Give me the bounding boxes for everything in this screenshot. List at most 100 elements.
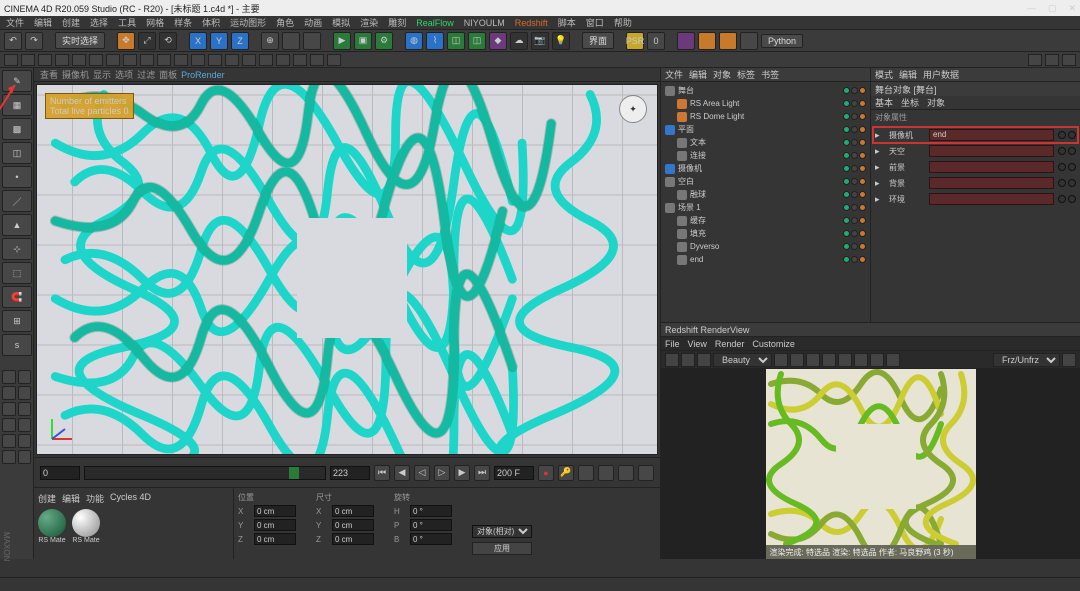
mini-icon[interactable] xyxy=(2,434,16,448)
rs-tool-icon[interactable] xyxy=(870,353,884,367)
makeeditable-icon[interactable]: ✎ xyxy=(2,70,32,92)
menu-render[interactable]: 渲染 xyxy=(360,16,378,29)
object-vis-dots[interactable] xyxy=(843,152,866,159)
rot-h-input[interactable] xyxy=(410,505,452,517)
layout-dropdown[interactable]: 界面 xyxy=(582,32,614,49)
rs-aov-select[interactable]: Beauty xyxy=(713,353,772,367)
apply-button[interactable]: 应用 xyxy=(472,542,532,555)
light-icon[interactable]: 💡 xyxy=(552,32,570,50)
rs-bucket-icon[interactable] xyxy=(806,353,820,367)
mini-icon[interactable] xyxy=(18,386,32,400)
expand-icon[interactable]: ▸ xyxy=(875,130,885,141)
menu-tools[interactable]: 工具 xyxy=(118,16,136,29)
obj-tab-bookmark[interactable]: 书签 xyxy=(761,68,779,81)
texture-mode-icon[interactable]: ▩ xyxy=(2,118,32,140)
object-row[interactable]: RS Area Light xyxy=(663,97,868,110)
minimize-icon[interactable]: — xyxy=(1027,3,1036,14)
attr-tab-mode[interactable]: 模式 xyxy=(875,68,893,81)
object-row[interactable]: RS Dome Light xyxy=(663,110,868,123)
axis-z-icon[interactable]: Z xyxy=(231,32,249,50)
workplane2-icon[interactable]: ⊞ xyxy=(2,310,32,332)
object-vis-dots[interactable] xyxy=(843,113,866,120)
sec-btn[interactable] xyxy=(1028,54,1042,66)
sec-btn[interactable] xyxy=(72,54,86,66)
timeline-playhead[interactable] xyxy=(289,467,299,479)
render-canvas[interactable]: 渲染完成: 特选品 渲染: 特选品 作者: 马良野鸡 (3 秒) xyxy=(661,369,1080,559)
menu-simulate[interactable]: 模拟 xyxy=(332,16,350,29)
attr-tab-user[interactable]: 用户数据 xyxy=(923,68,959,81)
rotate-tool-icon[interactable]: ⟲ xyxy=(159,32,177,50)
viewport-solo-icon[interactable]: ⬚ xyxy=(2,262,32,284)
goto-start-icon[interactable]: ⏮ xyxy=(374,465,390,481)
rot-p-input[interactable] xyxy=(410,519,452,531)
rs-menu-view[interactable]: View xyxy=(688,339,707,349)
sec-btn[interactable] xyxy=(157,54,171,66)
object-vis-dots[interactable] xyxy=(843,191,866,198)
rs-tool-icon[interactable] xyxy=(838,353,852,367)
menu-sculpt[interactable]: 雕刻 xyxy=(388,16,406,29)
menu-niyoulm[interactable]: NIYOULM xyxy=(464,18,505,28)
sec-btn[interactable] xyxy=(174,54,188,66)
sec-btn[interactable] xyxy=(327,54,341,66)
menu-animate[interactable]: 动画 xyxy=(304,16,322,29)
object-row[interactable]: 文本 xyxy=(663,136,868,149)
object-vis-dots[interactable] xyxy=(843,139,866,146)
vtab-filter[interactable]: 过滤 xyxy=(137,68,155,81)
sec-btn[interactable] xyxy=(1062,54,1076,66)
object-vis-dots[interactable] xyxy=(843,230,866,237)
menu-edit[interactable]: 编辑 xyxy=(34,16,52,29)
play-back-icon[interactable]: ◁ xyxy=(414,465,430,481)
attr-key-dots[interactable] xyxy=(1058,195,1076,203)
goto-end-icon[interactable]: ⏭ xyxy=(474,465,490,481)
sec-btn[interactable] xyxy=(1045,54,1059,66)
attr-key-dots[interactable] xyxy=(1058,163,1076,171)
menu-mograph[interactable]: 运动图形 xyxy=(230,16,266,29)
vtab-prorender[interactable]: ProRender xyxy=(181,70,225,80)
attr-subtab-coord[interactable]: 坐标 xyxy=(901,96,919,109)
render-pict-icon[interactable]: ▣ xyxy=(354,32,372,50)
rs-freeze-select[interactable]: Frz/Unfrz xyxy=(993,353,1060,367)
rs-tool-icon[interactable] xyxy=(1062,353,1076,367)
step-back-icon[interactable]: ◀ xyxy=(394,465,410,481)
axis-x-icon[interactable]: X xyxy=(189,32,207,50)
coord-sys-icon[interactable]: ⊕ xyxy=(261,32,279,50)
object-row[interactable]: 摄像机 xyxy=(663,162,868,175)
tool-a-icon[interactable] xyxy=(282,32,300,50)
frame-start-input[interactable] xyxy=(40,466,80,480)
record-icon[interactable]: ● xyxy=(538,465,554,481)
misc-icon[interactable]: s xyxy=(2,334,32,356)
psr-button[interactable]: PSR xyxy=(626,32,644,50)
generator2-icon[interactable]: ◫ xyxy=(468,32,486,50)
rs-snap-icon[interactable] xyxy=(790,353,804,367)
prim-spline-icon[interactable]: ⌇ xyxy=(426,32,444,50)
attr-subtab-obj[interactable]: 对象 xyxy=(927,96,945,109)
coord-mode-select[interactable]: 对象(相对) xyxy=(472,525,532,538)
rs-menu-customize[interactable]: Customize xyxy=(752,339,795,349)
axis-mode-icon[interactable]: ⊹ xyxy=(2,238,32,260)
attr-key-dots[interactable] xyxy=(1058,179,1076,187)
sec-btn[interactable] xyxy=(4,54,18,66)
menu-redshift[interactable]: Redshift xyxy=(515,18,548,28)
attr-link-field[interactable] xyxy=(929,145,1054,157)
mini-icon[interactable] xyxy=(2,386,16,400)
step-fwd-icon[interactable]: ▶ xyxy=(454,465,470,481)
mat-tab-create[interactable]: 创建 xyxy=(38,492,56,505)
menu-realflow[interactable]: RealFlow xyxy=(416,18,454,28)
camera-icon[interactable]: 📷 xyxy=(531,32,549,50)
menu-mesh[interactable]: 网格 xyxy=(146,16,164,29)
prim-cube-icon[interactable]: ◍ xyxy=(405,32,423,50)
mini-icon[interactable] xyxy=(18,418,32,432)
tool-b-icon[interactable] xyxy=(303,32,321,50)
vtab-display[interactable]: 显示 xyxy=(93,68,111,81)
point-mode-icon[interactable]: • xyxy=(2,166,32,188)
menu-window[interactable]: 窗口 xyxy=(586,16,604,29)
generator-icon[interactable]: ◫ xyxy=(447,32,465,50)
nav-ball-icon[interactable]: ✦ xyxy=(619,95,647,123)
mini-icon[interactable] xyxy=(18,434,32,448)
mat-tab-edit[interactable]: 编辑 xyxy=(62,492,80,505)
sec-btn[interactable] xyxy=(38,54,52,66)
object-row[interactable]: 填充 xyxy=(663,227,868,240)
play-fwd-icon[interactable]: ▷ xyxy=(434,465,450,481)
object-vis-dots[interactable] xyxy=(843,243,866,250)
redo-button[interactable]: ↷ xyxy=(25,32,43,50)
